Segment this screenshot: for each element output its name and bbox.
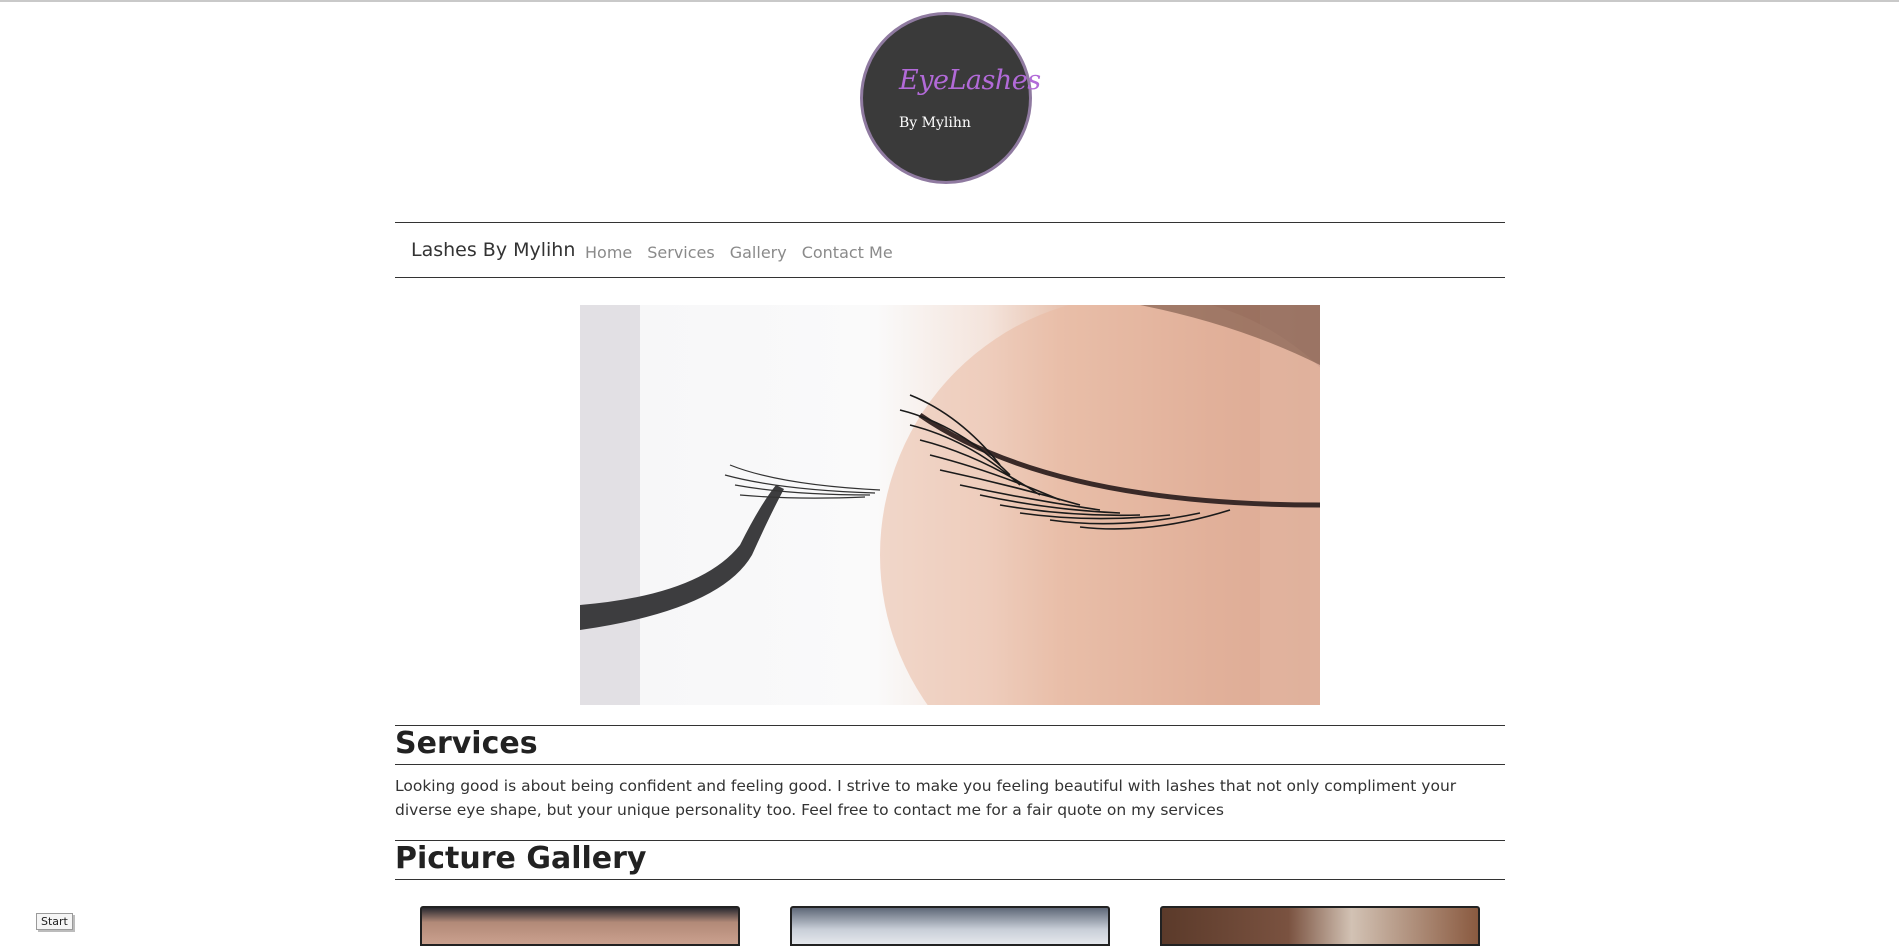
nav-link-services[interactable]: Services [647,243,714,262]
window-top-border [0,0,1899,2]
gallery-heading: Picture Gallery [395,840,1505,880]
gallery-thumbnail[interactable] [420,906,740,946]
hero-image [580,305,1320,705]
navbar: Lashes By Mylihn Home Services Gallery C… [395,222,1505,278]
nav-link-contact[interactable]: Contact Me [802,243,893,262]
logo: EyeLashes By Mylihn [860,12,1041,184]
nav-link-home[interactable]: Home [585,243,632,262]
logo-subtitle: By Mylihn [899,115,971,131]
gallery-thumbnail[interactable] [1160,906,1480,946]
nav-links: Home Services Gallery Contact Me [585,243,893,262]
nav-link-gallery[interactable]: Gallery [730,243,787,262]
services-heading: Services [395,725,1505,765]
gallery-thumbnail[interactable] [790,906,1110,946]
eyelash-illustration [580,305,1320,705]
logo-title: EyeLashes [899,65,1041,96]
start-button[interactable]: Start [36,913,73,930]
navbar-brand[interactable]: Lashes By Mylihn [411,239,575,261]
services-description: Looking good is about being confident an… [395,777,1457,819]
